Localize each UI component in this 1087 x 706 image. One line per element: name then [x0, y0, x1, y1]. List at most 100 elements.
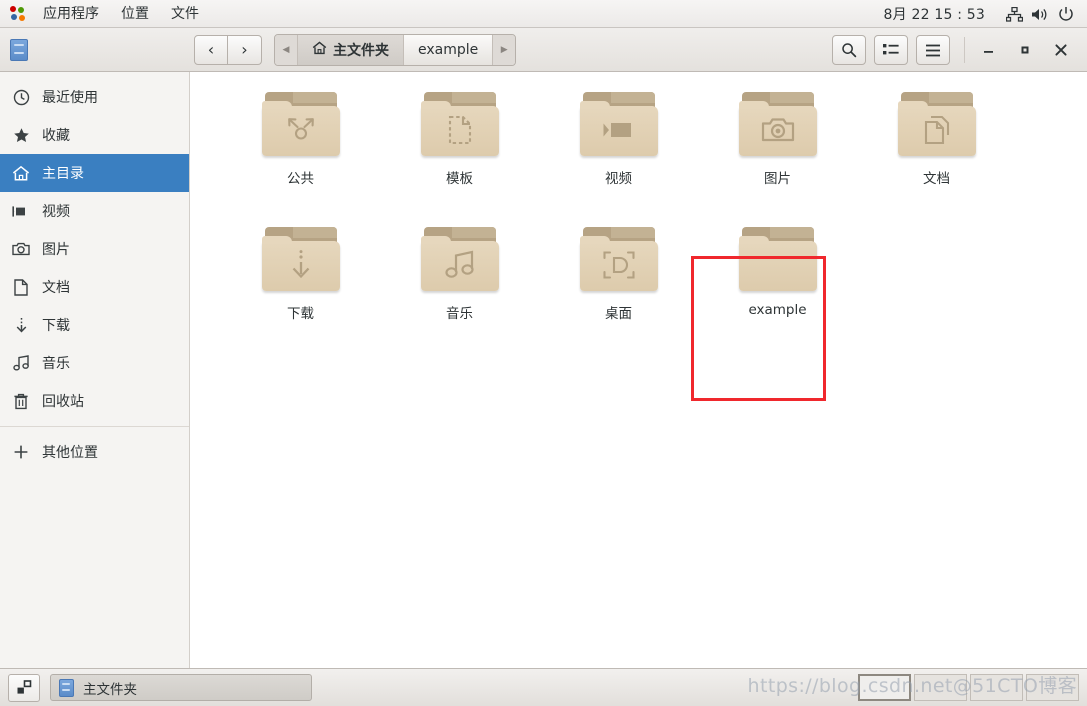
sidebar-item-downloads[interactable]: 下载	[0, 306, 189, 344]
applications-icon[interactable]	[10, 5, 26, 22]
sidebar-item-music[interactable]: 音乐	[0, 344, 189, 382]
minimize-button[interactable]	[971, 32, 1007, 68]
folder-icon	[261, 92, 340, 158]
sidebar-item-other-locations[interactable]: 其他位置	[0, 433, 189, 471]
breadcrumb-scroll-right[interactable]: ▶	[492, 34, 516, 65]
template-document-icon	[421, 114, 499, 146]
share-icon	[262, 114, 340, 146]
search-icon	[842, 43, 857, 58]
breadcrumb-item-example[interactable]: example	[404, 34, 493, 65]
panel-right-group: 8月 22 15 : 53	[884, 0, 1079, 28]
navigation-buttons: ‹ ›	[194, 34, 262, 65]
file-label: 图片	[764, 171, 791, 187]
sidebar-label-home: 主目录	[42, 166, 84, 182]
minimize-icon	[984, 51, 993, 53]
folder-icon	[579, 227, 658, 293]
file-label: 桌面	[605, 306, 632, 322]
file-item[interactable]: 桌面	[539, 221, 698, 338]
close-button[interactable]	[1043, 32, 1079, 68]
file-item[interactable]: 公共	[221, 86, 380, 203]
star-icon	[12, 126, 30, 144]
folder-icon	[261, 227, 340, 293]
folder-icon	[579, 92, 658, 158]
sidebar-label-downloads: 下载	[42, 318, 70, 334]
gnome-top-panel: 应用程序 位置 文件 8月 22 15 : 53	[0, 0, 1087, 28]
panel-clock[interactable]: 8月 22 15 : 53	[884, 4, 1001, 24]
file-list-view[interactable]: 公共 模板 视频 图片 文档 下载 音乐 桌面 example	[190, 72, 1087, 668]
sidebar-label-videos: 视频	[42, 204, 70, 220]
show-desktop-button[interactable]	[8, 673, 40, 702]
file-item[interactable]: 下载	[221, 221, 380, 338]
file-label: 视频	[605, 171, 632, 187]
file-item[interactable]: 文档	[857, 86, 1016, 203]
download-icon	[12, 316, 30, 334]
breadcrumb-label-home: 主文件夹	[333, 42, 389, 59]
home-icon	[12, 164, 30, 182]
folder-icon	[420, 92, 499, 158]
breadcrumb-item-home[interactable]: 主文件夹	[298, 34, 404, 65]
sidebar-item-home[interactable]: 主目录	[0, 154, 189, 192]
panel-menu-files[interactable]: 文件	[160, 0, 210, 28]
clock-icon	[12, 88, 30, 106]
file-label: 文档	[923, 171, 950, 187]
workspace-1[interactable]	[858, 674, 911, 701]
window-body: 最近使用 收藏 主目录 视频 图片 文档 下载 音乐 回收站 其他位置 公共 模…	[0, 72, 1087, 668]
sidebar-label-starred: 收藏	[42, 128, 70, 144]
file-item-example[interactable]: example	[698, 221, 857, 338]
folder-icon	[420, 227, 499, 293]
document-icon	[12, 278, 30, 296]
video-camera-icon	[12, 202, 30, 220]
back-button[interactable]: ‹	[194, 34, 228, 65]
workspace-switcher	[858, 674, 1079, 701]
search-button[interactable]	[832, 35, 866, 65]
sidebar-item-pictures[interactable]: 图片	[0, 230, 189, 268]
sidebar-item-documents[interactable]: 文档	[0, 268, 189, 306]
sidebar-item-starred[interactable]: 收藏	[0, 116, 189, 154]
forward-button[interactable]: ›	[228, 34, 262, 65]
file-item[interactable]: 模板	[380, 86, 539, 203]
show-desktop-icon	[17, 680, 32, 694]
desktop-icon	[580, 249, 658, 281]
main-menu-button[interactable]	[916, 35, 950, 65]
sidebar-item-trash[interactable]: 回收站	[0, 382, 189, 420]
music-icon	[421, 249, 499, 281]
power-icon[interactable]	[1053, 0, 1079, 28]
music-note-icon	[12, 354, 30, 372]
view-toggle-button[interactable]	[874, 35, 908, 65]
file-item[interactable]: 音乐	[380, 221, 539, 338]
file-label: 音乐	[446, 306, 473, 322]
sidebar-item-recent[interactable]: 最近使用	[0, 78, 189, 116]
headerbar-right	[824, 28, 1087, 72]
workspace-4[interactable]	[1026, 674, 1079, 701]
volume-icon[interactable]	[1027, 0, 1053, 28]
breadcrumb-scroll-left[interactable]: ◀	[275, 34, 298, 65]
documents-icon	[898, 114, 976, 146]
file-label: 公共	[287, 171, 314, 187]
file-cabinet-icon	[10, 38, 28, 61]
file-item[interactable]: 视频	[539, 86, 698, 203]
trash-icon	[12, 392, 30, 410]
home-icon	[312, 40, 327, 59]
sidebar-label-other-locations: 其他位置	[42, 445, 98, 461]
list-view-icon	[883, 44, 899, 55]
video-icon	[580, 114, 658, 146]
breadcrumb: ◀ 主文件夹 example ▶	[274, 33, 517, 66]
file-cabinet-icon	[59, 678, 74, 697]
file-item[interactable]: 图片	[698, 86, 857, 203]
file-label: 模板	[446, 171, 473, 187]
folder-icon	[738, 227, 817, 293]
maximize-button[interactable]	[1007, 32, 1043, 68]
chevron-left-icon: ‹	[207, 39, 215, 59]
file-label: example	[748, 302, 807, 318]
workspace-3[interactable]	[970, 674, 1023, 701]
folder-icon	[897, 92, 976, 158]
hamburger-menu-icon	[926, 44, 940, 56]
taskbar-window-button[interactable]: 主文件夹	[50, 674, 312, 701]
workspace-2[interactable]	[914, 674, 967, 701]
folder-icon	[738, 92, 817, 158]
close-icon	[1055, 44, 1067, 56]
sidebar-item-videos[interactable]: 视频	[0, 192, 189, 230]
panel-menu-places[interactable]: 位置	[110, 0, 160, 28]
panel-menu-applications[interactable]: 应用程序	[32, 0, 110, 28]
network-icon[interactable]	[1001, 0, 1027, 28]
